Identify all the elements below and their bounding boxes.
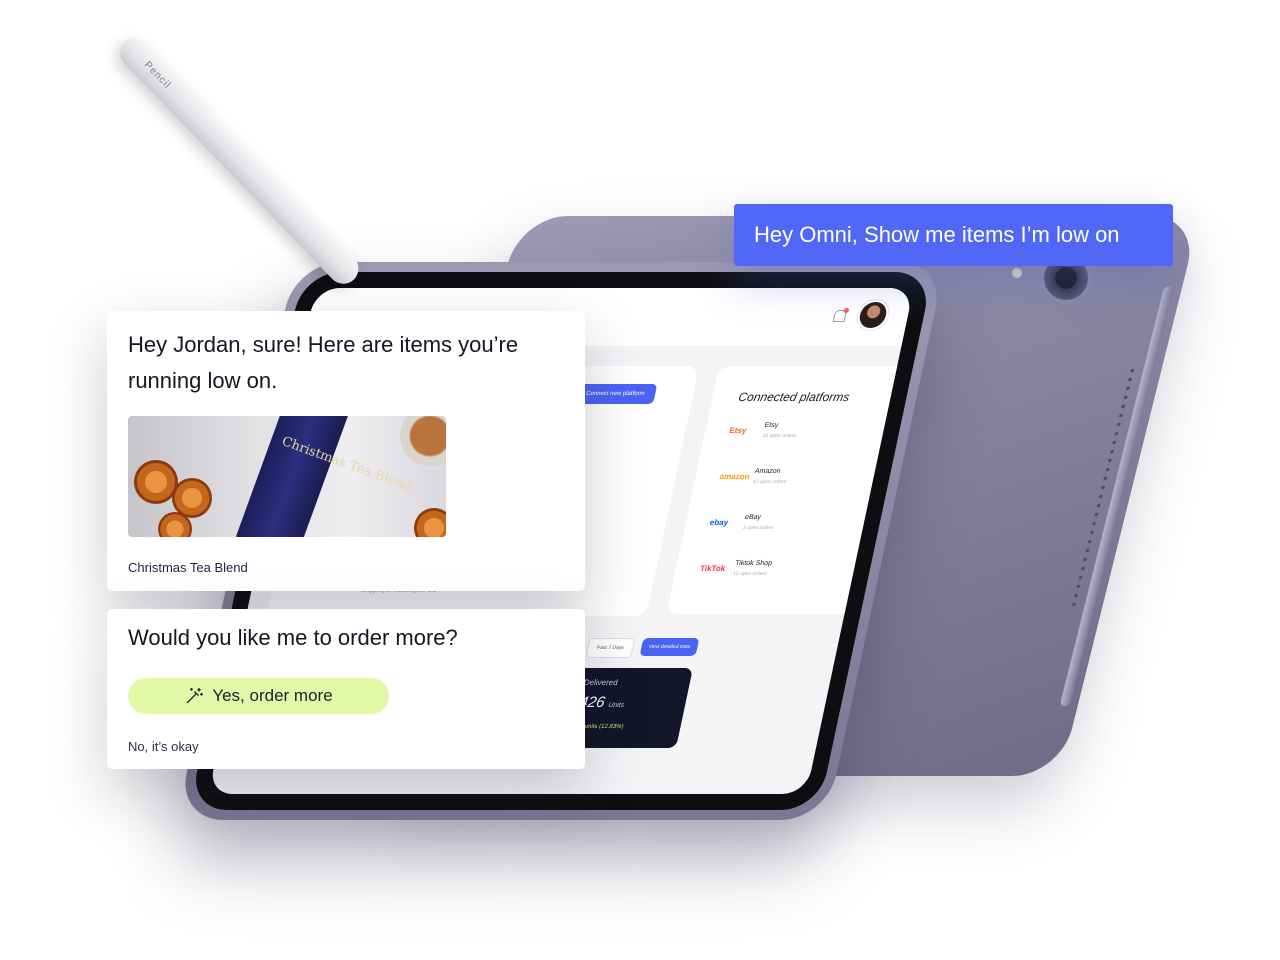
platform-row-amazon[interactable]: amazon Amazon 42 open orders [715, 468, 871, 498]
magic-wand-icon [186, 687, 204, 704]
connected-platforms-card: Connected platforms Etsy Etsy 10 open or… [666, 366, 910, 614]
tablet-edge [1059, 286, 1175, 706]
tea-cup [400, 416, 446, 466]
product-image[interactable]: Christmas Tea Blend [128, 416, 446, 537]
amazon-logo-icon: amazon [718, 472, 751, 481]
platforms-title: Connected platforms [737, 390, 851, 404]
platform-name: Tiktok Shop [734, 560, 773, 567]
tiktok-logo-icon: TikTok [699, 564, 727, 573]
user-avatar[interactable] [857, 302, 889, 328]
order-question: Would you like me to order more? [128, 625, 458, 650]
tea-tin [234, 416, 350, 537]
platform-name: eBay [744, 514, 762, 521]
pencil-brand: Pencil [141, 59, 173, 92]
camera-flash-icon [1012, 268, 1022, 278]
platform-orders: 3 open orders [742, 525, 775, 531]
delivered-label: Delivered [582, 678, 619, 687]
view-detailed-stats-button[interactable]: View detailed stats [639, 638, 700, 656]
platform-orders: 42 open orders [751, 479, 787, 485]
connect-platform-button[interactable]: Connect new platform [573, 384, 658, 404]
platform-row-ebay[interactable]: ebay eBay 3 open orders [705, 514, 861, 544]
platform-name: Etsy [763, 422, 779, 429]
decline-link[interactable]: No, it’s okay [128, 739, 199, 754]
order-more-button[interactable]: Yes, order more [128, 678, 389, 714]
platform-row-etsy[interactable]: Etsy Etsy 10 open orders [725, 422, 881, 452]
assistant-reply-card: Hey Jordan, sure! Here are items you’re … [107, 311, 585, 591]
period-select[interactable]: Past 7 Days [585, 638, 636, 658]
platform-row-tiktok[interactable]: TikTok Tiktok Shop 12 open orders [696, 560, 852, 590]
order-prompt-card: Would you like me to order more? Yes, or… [107, 609, 585, 769]
ebay-logo-icon: ebay [708, 518, 730, 527]
etsy-logo-icon: Etsy [728, 426, 748, 435]
order-more-label: Yes, order more [212, 686, 333, 705]
orange-slice [414, 508, 446, 537]
platform-name: Amazon [754, 468, 782, 475]
platform-orders: 10 open orders [761, 433, 797, 439]
delivered-value: 426 Units [578, 694, 627, 711]
product-name: Christmas Tea Blend [128, 560, 248, 575]
notification-dot [843, 308, 850, 313]
delivered-units: Units [607, 702, 625, 709]
user-message-bubble: Hey Omni, Show me items I’m low on [734, 204, 1173, 266]
assistant-reply-text: Hey Jordan, sure! Here are items you’re … [128, 332, 519, 393]
platform-orders: 12 open orders [732, 571, 768, 577]
stylus-pencil: Pencil [113, 31, 365, 291]
